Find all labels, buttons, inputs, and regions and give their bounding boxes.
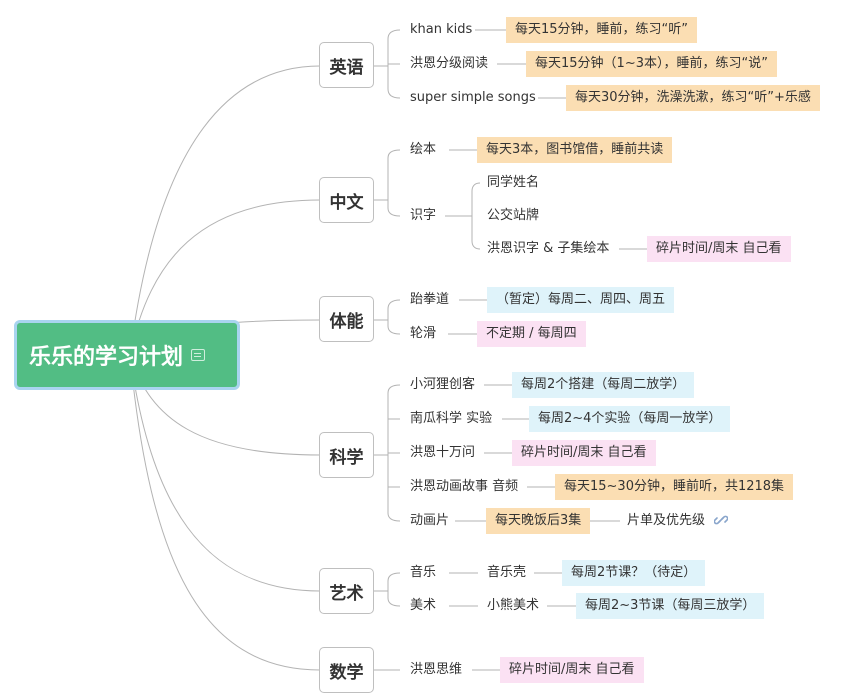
link-icon[interactable] bbox=[714, 513, 728, 527]
chinese-shizi-label[interactable]: 识字 bbox=[410, 208, 436, 224]
art-item-sub[interactable]: 音乐壳 bbox=[487, 565, 526, 581]
science-item-tag[interactable]: 每周2个搭建（每周二放学） bbox=[512, 372, 695, 398]
shizi-sub-label[interactable]: 洪恩识字 & 子集绘本 bbox=[487, 241, 609, 257]
science-item-tag[interactable]: 碎片时间/周末 自己看 bbox=[512, 440, 656, 466]
art-item-label[interactable]: 音乐 bbox=[410, 565, 436, 581]
english-item-label[interactable]: khan kids bbox=[410, 22, 472, 38]
science-item-tag[interactable]: 每天晚饭后3集 bbox=[486, 508, 591, 534]
english-item-tag[interactable]: 每天30分钟，洗澡洗漱，练习“听”+乐感 bbox=[566, 85, 820, 111]
art-item-tag[interactable]: 每周2节课？（待定） bbox=[562, 560, 706, 586]
art-item-sub[interactable]: 小熊美术 bbox=[487, 598, 539, 614]
fitness-item-label[interactable]: 跆拳道 bbox=[410, 292, 449, 308]
science-item-label[interactable]: 洪恩十万问 bbox=[410, 445, 475, 461]
root-title: 乐乐的学习计划 bbox=[29, 345, 184, 370]
category-art[interactable]: 艺术 bbox=[319, 568, 374, 614]
science-item-tag[interactable]: 每天15~30分钟，睡前听，共1218集 bbox=[555, 474, 794, 500]
science-item-label[interactable]: 动画片 bbox=[410, 513, 449, 529]
root-node[interactable]: 乐乐的学习计划 bbox=[14, 320, 240, 390]
category-math[interactable]: 数学 bbox=[319, 647, 374, 693]
science-item-label[interactable]: 南瓜科学 实验 bbox=[410, 411, 492, 427]
note-icon[interactable] bbox=[191, 349, 206, 361]
science-item-label[interactable]: 洪恩动画故事 音频 bbox=[410, 479, 518, 495]
science-item-label[interactable]: 小河狸创客 bbox=[410, 377, 475, 393]
shizi-sub-tag[interactable]: 碎片时间/周末 自己看 bbox=[647, 236, 791, 262]
english-item-label[interactable]: 洪恩分级阅读 bbox=[410, 56, 488, 72]
chinese-huiben-label[interactable]: 绘本 bbox=[410, 142, 436, 158]
science-item-tag[interactable]: 每周2~4个实验（每周一放学） bbox=[529, 406, 731, 432]
art-item-label[interactable]: 美术 bbox=[410, 598, 436, 614]
art-item-tag[interactable]: 每周2~3节课（每周三放学） bbox=[576, 593, 765, 619]
english-item-tag[interactable]: 每天15分钟，睡前，练习“听” bbox=[506, 17, 698, 43]
category-chinese[interactable]: 中文 bbox=[319, 177, 374, 223]
math-item-tag[interactable]: 碎片时间/周末 自己看 bbox=[500, 657, 644, 683]
fitness-item-tag[interactable]: （暂定）每周二、周四、周五 bbox=[487, 287, 675, 313]
chinese-huiben-tag[interactable]: 每天3本，图书馆借，睡前共读 bbox=[477, 137, 673, 163]
fitness-item-tag[interactable]: 不定期 / 每周四 bbox=[477, 321, 586, 347]
shizi-sub-label[interactable]: 同学姓名 bbox=[487, 175, 539, 191]
category-fitness[interactable]: 体能 bbox=[319, 296, 374, 342]
english-item-label[interactable]: super simple songs bbox=[410, 90, 536, 106]
english-item-tag[interactable]: 每天15分钟（1~3本），睡前，练习“说” bbox=[526, 51, 777, 77]
fitness-item-label[interactable]: 轮滑 bbox=[410, 326, 436, 342]
math-item-label[interactable]: 洪恩思维 bbox=[410, 662, 462, 678]
shizi-sub-label[interactable]: 公交站牌 bbox=[487, 208, 539, 224]
category-science[interactable]: 科学 bbox=[319, 432, 374, 478]
science-item-extra[interactable]: 片单及优先级 bbox=[627, 513, 705, 529]
category-english[interactable]: 英语 bbox=[319, 42, 374, 88]
